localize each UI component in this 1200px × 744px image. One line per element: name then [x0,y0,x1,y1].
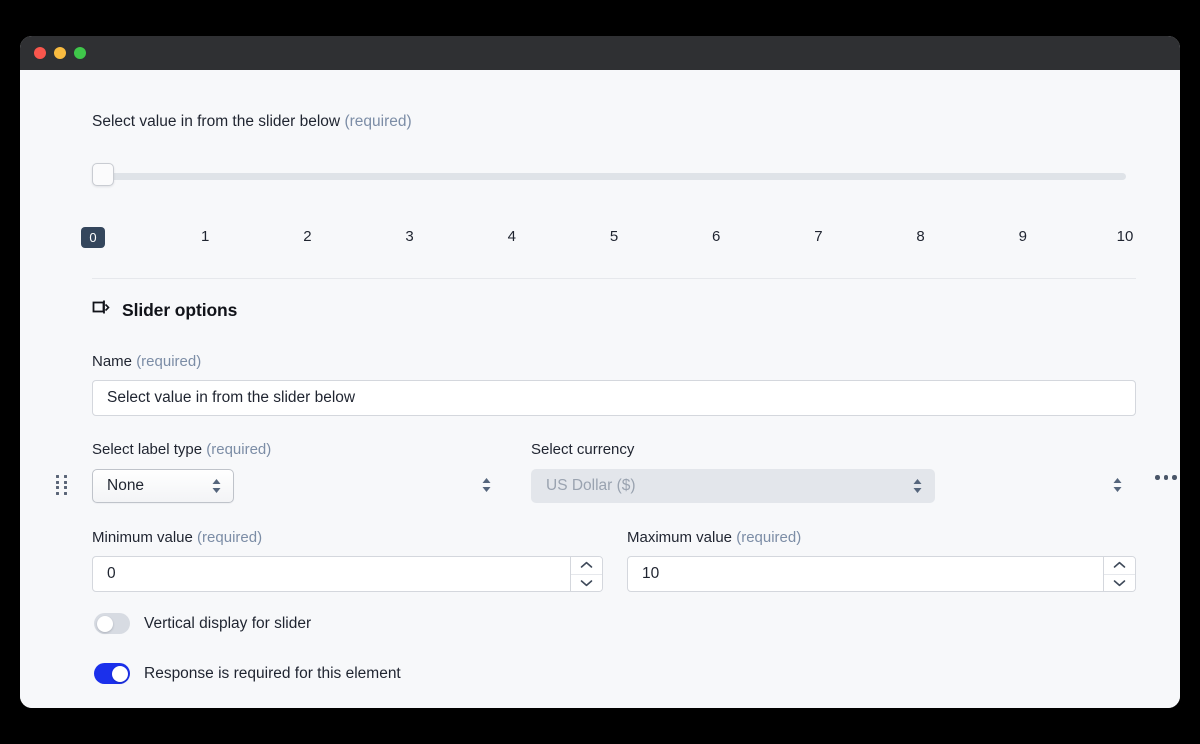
minimize-window-button[interactable] [54,47,66,59]
name-label: Name (required) [92,353,201,370]
slider-tick-label: 7 [814,228,823,245]
chevron-up-icon[interactable] [1104,557,1135,575]
range-slider[interactable] [92,163,1126,186]
maximum-value-stepper[interactable] [1103,557,1135,591]
section-divider [92,278,1136,279]
minimum-value-stepper[interactable] [570,557,602,591]
currency-value: US Dollar ($) [546,477,636,494]
minimum-value-field[interactable] [92,556,603,592]
chevron-up-down-icon [211,478,222,494]
drag-handle-icon[interactable] [56,475,68,495]
preview-question-text: Select value in from the slider below [92,113,341,130]
slider-tick-label: 9 [1018,228,1027,245]
minimum-required-tag: (required) [197,529,263,546]
slider-tick-label: 1 [201,228,210,245]
slider-tick-label: 3 [405,228,414,245]
name-input[interactable] [92,380,1136,416]
slider-track[interactable] [102,173,1126,180]
slider-tick-label: 8 [916,228,925,245]
label-type-label: Select label type (required) [92,441,271,458]
maximum-value-field[interactable] [627,556,1136,592]
preview-question-label: Select value in from the slider below (r… [92,113,412,131]
chevron-down-icon[interactable] [571,574,602,591]
preview-required-tag: (required) [344,113,412,130]
ellipsis-horizontal-icon[interactable] [1155,475,1177,480]
currency-select-arrow-icon[interactable] [1112,477,1123,493]
slider-tick-label: 5 [609,228,619,245]
slider-options-title: Slider options [122,299,238,320]
label-type-select-arrow-icon[interactable] [481,477,492,493]
response-required-toggle-row[interactable]: Response is required for this element [94,663,401,684]
chevron-down-icon[interactable] [1104,574,1135,591]
minimum-value-input[interactable] [93,557,570,591]
vertical-display-toggle-label: Vertical display for slider [144,614,312,632]
slider-tick-label: 4 [507,228,516,245]
currency-label-text: Select currency [531,441,635,458]
name-label-text: Name [92,353,133,370]
currency-label: Select currency [531,441,634,458]
chevron-up-icon[interactable] [571,557,602,575]
slider-options-header: Slider options [92,298,237,322]
currency-select[interactable]: US Dollar ($) [531,469,935,503]
slider-tick-label: 10 [1116,228,1134,245]
label-type-label-text: Select label type [92,441,203,458]
vertical-display-toggle[interactable] [94,613,130,634]
slider-tick-label: 6 [712,228,721,245]
slider-value-badge: 0 [81,227,105,248]
maximum-value-input[interactable] [628,557,1103,591]
maximum-required-tag: (required) [736,529,802,546]
window-content: Select value in from the slider below (r… [20,70,1180,708]
name-required-tag: (required) [136,353,202,370]
label-type-required-tag: (required) [206,441,272,458]
maximum-label: Maximum value (required) [627,529,801,546]
minimum-label: Minimum value (required) [92,529,262,546]
app-window: Select value in from the slider below (r… [20,36,1180,708]
label-type-select[interactable]: None [92,469,234,503]
label-type-value: None [107,477,145,494]
zoom-window-button[interactable] [74,47,86,59]
maximum-label-text: Maximum value [627,529,733,546]
window-titlebar [20,36,1180,70]
response-required-toggle[interactable] [94,663,130,684]
slider-tick-label: 2 [303,228,312,245]
chevron-up-down-icon [912,478,923,494]
vertical-display-toggle-row[interactable]: Vertical display for slider [94,613,311,634]
minimum-label-text: Minimum value [92,529,193,546]
response-required-toggle-label: Response is required for this element [144,664,401,682]
slider-options-icon [92,298,111,322]
slider-handle-icon[interactable] [92,163,114,186]
close-window-button[interactable] [34,47,46,59]
